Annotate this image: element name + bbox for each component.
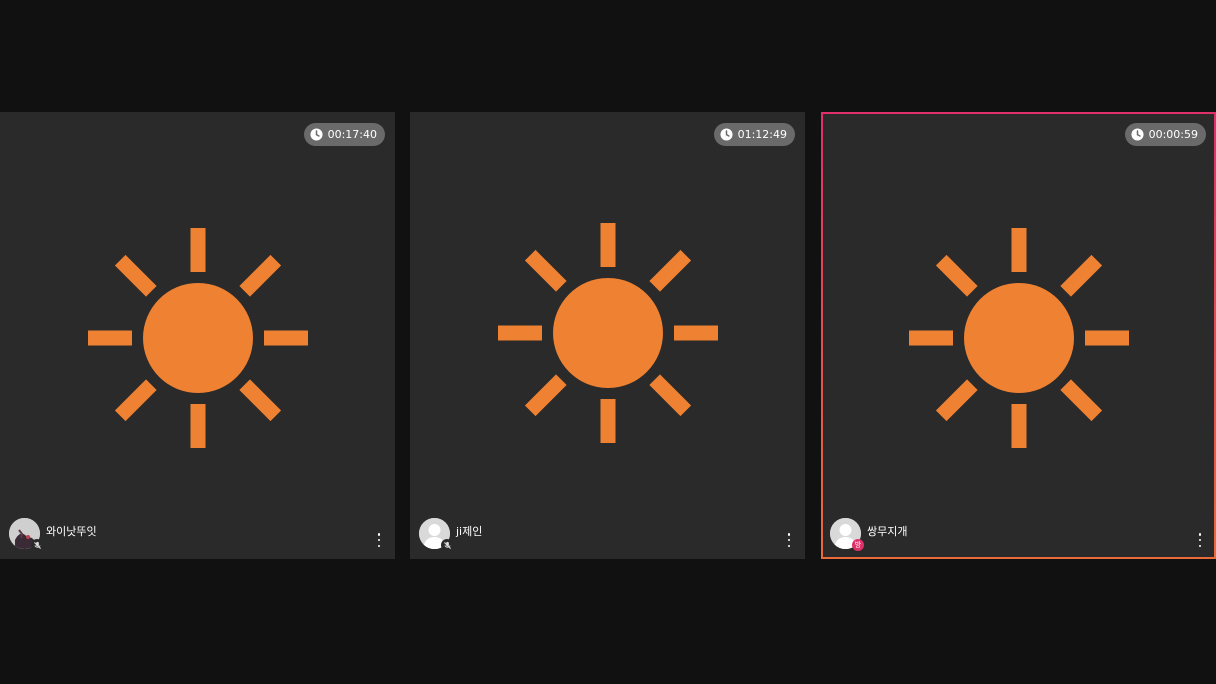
- more-dot: [787, 544, 791, 547]
- more-dot: [1198, 533, 1202, 536]
- mic-off-icon: [31, 539, 43, 551]
- participant-info: 와이낫뚜잇: [9, 518, 97, 551]
- avatar[interactable]: 방: [830, 518, 864, 551]
- host-badge-icon: 방: [852, 539, 864, 551]
- more-dot: [377, 533, 381, 536]
- participant-tile[interactable]: 01:12:49 ji제인: [410, 112, 805, 559]
- sun-icon: [497, 222, 718, 443]
- participant-tile-active[interactable]: 00:00:59 방 쌍무지개: [821, 112, 1216, 559]
- avatar[interactable]: [9, 518, 43, 551]
- more-dot: [787, 538, 791, 542]
- timer-badge: 01:12:49: [713, 123, 795, 146]
- more-options-button[interactable]: [1196, 533, 1204, 547]
- participant-name: 와이낫뚜잇: [46, 524, 97, 538]
- video-grid: 00:17:40 와이낫뚜잇 01:12:49 ji제인 00:00:59 방 …: [0, 0, 1216, 684]
- more-dot: [377, 544, 381, 547]
- clock-icon: [310, 128, 323, 141]
- participant-name: 쌍무지개: [867, 524, 908, 538]
- participant-info: ji제인: [419, 518, 483, 551]
- clock-icon: [1131, 128, 1144, 141]
- timer-badge: 00:17:40: [303, 123, 385, 146]
- sun-icon: [87, 227, 308, 448]
- more-dot: [1198, 544, 1202, 547]
- avatar[interactable]: [419, 518, 453, 551]
- mic-off-icon: [441, 539, 453, 551]
- timer-badge: 00:00:59: [1124, 123, 1206, 146]
- more-dot: [787, 533, 791, 536]
- participant-info: 방 쌍무지개: [830, 518, 908, 551]
- participant-name: ji제인: [456, 524, 483, 538]
- more-options-button[interactable]: [785, 533, 793, 547]
- timer-text: 00:17:40: [327, 128, 377, 141]
- clock-icon: [720, 128, 733, 141]
- participant-tile[interactable]: 00:17:40 와이낫뚜잇: [0, 112, 395, 559]
- sun-icon: [908, 227, 1129, 448]
- more-dot: [377, 538, 381, 542]
- more-options-button[interactable]: [375, 533, 383, 547]
- timer-text: 00:00:59: [1148, 128, 1198, 141]
- more-dot: [1198, 538, 1202, 542]
- timer-text: 01:12:49: [737, 128, 787, 141]
